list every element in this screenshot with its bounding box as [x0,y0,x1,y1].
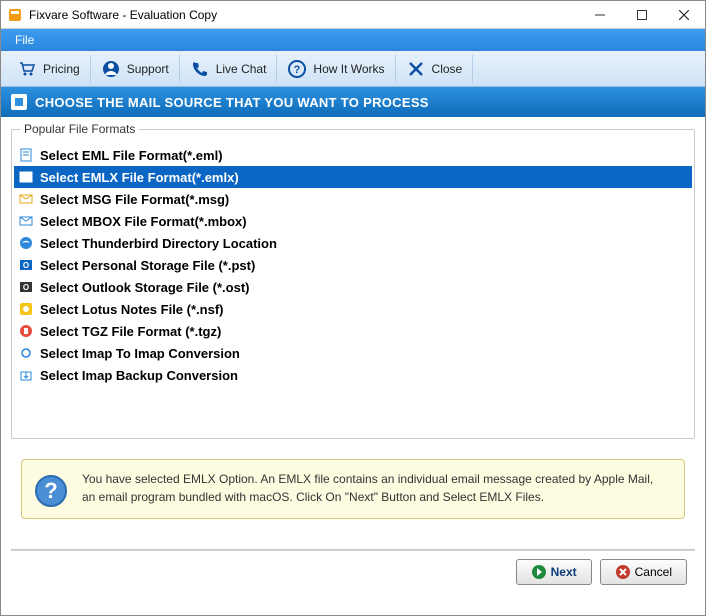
close-window-button[interactable] [663,1,705,29]
file-formats-groupbox: Popular File Formats Select EML File For… [11,129,695,439]
cancel-button[interactable]: Cancel [600,559,687,585]
info-question-icon: ? [34,474,68,508]
file-formats-list: Select EML File Format(*.eml) Select EML… [14,144,692,386]
archive-icon [18,323,34,339]
envelope-icon [18,191,34,207]
live-chat-button[interactable]: Live Chat [180,55,278,83]
sync-icon [18,345,34,361]
info-panel-wrap: ? You have selected EMLX Option. An EMLX… [11,449,695,529]
item-label: Select Imap Backup Conversion [40,368,238,383]
list-item-emlx[interactable]: Select EMLX File Format(*.emlx) [14,166,692,188]
info-text: You have selected EMLX Option. An EMLX f… [82,470,668,506]
arrow-right-icon [531,564,547,580]
item-label: Select Lotus Notes File (*.nsf) [40,302,223,317]
list-item-pst[interactable]: O Select Personal Storage File (*.pst) [14,254,692,276]
outlook-icon: O [18,279,34,295]
item-label: Select Thunderbird Directory Location [40,236,277,251]
list-item-msg[interactable]: Select MSG File Format(*.msg) [14,188,692,210]
title-bar: Fixvare Software - Evaluation Copy [1,1,705,29]
menu-file[interactable]: File [7,31,42,49]
maximize-button[interactable] [621,1,663,29]
footer-separator [11,549,695,551]
headline-band: CHOOSE THE MAIL SOURCE THAT YOU WANT TO … [1,87,705,117]
footer-buttons: Next Cancel [11,559,695,593]
svg-text:?: ? [294,64,301,76]
item-label: Select Imap To Imap Conversion [40,346,240,361]
cart-icon [17,59,37,79]
pricing-button[interactable]: Pricing [7,55,91,83]
question-icon: ? [287,59,307,79]
item-label: Select EMLX File Format(*.emlx) [40,170,239,185]
svg-text:?: ? [44,478,57,503]
thunderbird-icon [18,235,34,251]
app-logo-icon [7,7,23,23]
list-item-imap-to-imap[interactable]: Select Imap To Imap Conversion [14,342,692,364]
svg-text:O: O [23,283,29,292]
headline-text: CHOOSE THE MAIL SOURCE THAT YOU WANT TO … [35,95,429,110]
next-label: Next [551,565,577,579]
list-item-nsf[interactable]: Select Lotus Notes File (*.nsf) [14,298,692,320]
list-item-imap-backup[interactable]: Select Imap Backup Conversion [14,364,692,386]
item-label: Select Outlook Storage File (*.ost) [40,280,249,295]
groupbox-legend: Popular File Formats [20,122,139,136]
list-item-eml[interactable]: Select EML File Format(*.eml) [14,144,692,166]
info-panel: ? You have selected EMLX Option. An EMLX… [21,459,685,519]
phone-icon [190,59,210,79]
item-label: Select MBOX File Format(*.mbox) [40,214,247,229]
list-item-mbox[interactable]: Select MBOX File Format(*.mbox) [14,210,692,232]
file-icon [18,169,34,185]
file-icon [18,147,34,163]
list-item-ost[interactable]: O Select Outlook Storage File (*.ost) [14,276,692,298]
list-item-thunderbird[interactable]: Select Thunderbird Directory Location [14,232,692,254]
support-label: Support [127,62,169,76]
close-label: Close [432,62,463,76]
outlook-icon: O [18,257,34,273]
list-item-tgz[interactable]: Select TGZ File Format (*.tgz) [14,320,692,342]
content-area: Popular File Formats Select EML File For… [1,117,705,599]
page-icon [11,94,27,110]
item-label: Select TGZ File Format (*.tgz) [40,324,221,339]
headset-icon [101,59,121,79]
how-it-works-label: How It Works [313,62,384,76]
next-button[interactable]: Next [516,559,592,585]
backup-icon [18,367,34,383]
window-title: Fixvare Software - Evaluation Copy [29,8,579,22]
cancel-icon [615,564,631,580]
close-icon [406,59,426,79]
close-toolbar-button[interactable]: Close [396,55,474,83]
cancel-label: Cancel [635,565,672,579]
how-it-works-button[interactable]: ? How It Works [277,55,395,83]
envelope-icon [18,213,34,229]
menu-bar: File [1,29,705,51]
lotus-icon [18,301,34,317]
support-button[interactable]: Support [91,55,180,83]
item-label: Select EML File Format(*.eml) [40,148,223,163]
item-label: Select MSG File Format(*.msg) [40,192,229,207]
live-chat-label: Live Chat [216,62,267,76]
svg-text:O: O [23,261,29,270]
pricing-label: Pricing [43,62,80,76]
toolbar: Pricing Support Live Chat ? How It Works… [1,51,705,87]
item-label: Select Personal Storage File (*.pst) [40,258,255,273]
minimize-button[interactable] [579,1,621,29]
